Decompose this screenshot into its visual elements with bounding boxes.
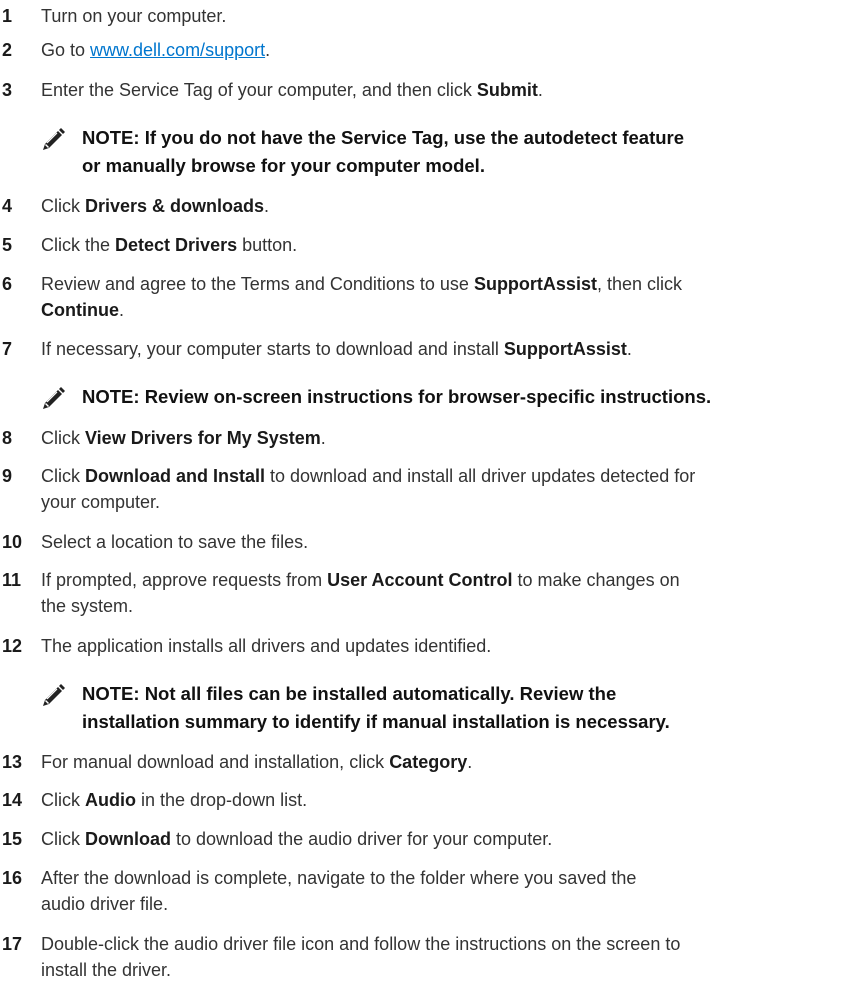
emphasized-term: View Drivers for My System	[85, 428, 321, 448]
step-text-run: to make changes on	[512, 570, 680, 590]
step-text: If prompted, approve requests from User …	[41, 567, 863, 619]
step-number: 13	[2, 752, 23, 772]
note-line: NOTE: If you do not have the Service Tag…	[82, 127, 685, 148]
step-text: Review and agree to the Terms and Condit…	[41, 271, 863, 323]
step-text-run: to download and install all driver updat…	[265, 466, 696, 486]
step-text-run: Go to	[41, 40, 91, 60]
step-number: 3	[2, 80, 13, 100]
note-text: NOTE: Review on-screen instructions for …	[82, 383, 863, 411]
step-text: Click Audio in the drop-down list.	[41, 787, 863, 813]
step-number: 9	[2, 466, 13, 486]
step-text: If necessary, your computer starts to do…	[41, 336, 863, 362]
note-text: NOTE: If you do not have the Service Tag…	[82, 124, 863, 180]
step-text: Click Download and Install to download a…	[41, 463, 863, 515]
step-text-run: the system.	[41, 596, 134, 616]
step-text: Turn on your computer.	[41, 3, 863, 29]
step-text: Double-click the audio driver file icon …	[41, 931, 863, 983]
step-text-run: Turn on your computer.	[41, 6, 227, 26]
step-text: Click Drivers & downloads.	[41, 193, 863, 219]
step-text-run: .	[264, 196, 270, 216]
step-text-run: If necessary, your computer starts to do…	[41, 339, 504, 359]
step-text-run: Click	[41, 790, 85, 810]
step-text-run: .	[467, 752, 473, 772]
step-text: Enter the Service Tag of your computer, …	[41, 77, 863, 103]
step-number: 16	[2, 868, 23, 888]
note-line: NOTE: Review on-screen instructions for …	[82, 386, 712, 407]
step-number: 6	[2, 274, 13, 294]
emphasized-term: Audio	[85, 790, 136, 810]
step-text: For manual download and installation, cl…	[41, 749, 863, 775]
step-text-run: install the driver.	[41, 960, 172, 980]
step-number: 12	[2, 636, 23, 656]
step-number: 15	[2, 829, 23, 849]
note-line: or manually browse for your computer mod…	[82, 155, 485, 176]
emphasized-term: SupportAssist	[473, 274, 597, 294]
step-text-run: The application installs all drivers and…	[41, 636, 492, 656]
instructions-document: 1 Turn on your computer. 2 Go to www.del…	[0, 0, 866, 980]
pencil-note-icon	[43, 684, 65, 706]
step-text-run: Enter the Service Tag of your computer, …	[41, 80, 477, 100]
step-number: 5	[2, 235, 13, 255]
step-number: 2	[2, 40, 13, 60]
step-text-run: Click	[41, 466, 85, 486]
note-line: NOTE: Not all files can be installed aut…	[82, 683, 617, 704]
note-line: installation summary to identify if manu…	[82, 711, 670, 732]
step-text: Select a location to save the files.	[41, 529, 863, 555]
emphasized-term: Category	[389, 752, 468, 772]
step-number: 1	[2, 6, 13, 26]
step-text-run: .	[320, 428, 326, 448]
step-text-run: .	[119, 300, 125, 320]
step-text: Click Download to download the audio dri…	[41, 826, 863, 852]
emphasized-term: Continue	[41, 300, 119, 320]
step-text: After the download is complete, navigate…	[41, 865, 863, 917]
emphasized-term: User Account Control	[327, 570, 513, 590]
step-text-run: to download the audio driver for your co…	[171, 829, 553, 849]
step-text-run: Click	[41, 829, 85, 849]
step-text-run: .	[537, 80, 543, 100]
emphasized-term: Drivers & downloads	[85, 196, 265, 216]
pencil-note-icon	[43, 128, 65, 150]
step-text-run: Select a location to save the files.	[41, 532, 309, 552]
step-number: 8	[2, 428, 13, 448]
step-text-run: your computer.	[41, 492, 161, 512]
step-text-run: audio driver file.	[41, 894, 169, 914]
step-number: 14	[2, 790, 23, 810]
step-text-run: .	[265, 40, 271, 60]
step-text-run: in the drop-down list.	[136, 790, 308, 810]
step-text-run: After the download is complete, navigate…	[41, 868, 637, 888]
step-text-run: Double-click the audio driver file icon …	[41, 934, 681, 954]
step-text: Go to www.dell.com/support.	[41, 37, 863, 63]
step-text-run: For manual download and installation, cl…	[41, 752, 390, 772]
step-text-run: Click	[41, 196, 85, 216]
step-text-run: Review and agree to the Terms and Condit…	[41, 274, 474, 294]
emphasized-term: Submit	[476, 80, 538, 100]
step-text: Click View Drivers for My System.	[41, 425, 863, 451]
pencil-note-icon	[43, 387, 65, 409]
step-text: The application installs all drivers and…	[41, 633, 863, 659]
support-link[interactable]: www.dell.com/support	[90, 40, 265, 60]
step-number: 11	[2, 570, 22, 590]
step-text: Click the Detect Drivers button.	[41, 232, 863, 258]
emphasized-term: Detect Drivers	[115, 235, 238, 255]
note-text: NOTE: Not all files can be installed aut…	[82, 680, 863, 736]
step-number: 4	[2, 196, 13, 216]
step-number: 10	[2, 532, 23, 552]
step-number: 7	[2, 339, 13, 359]
emphasized-term: SupportAssist	[503, 339, 627, 359]
step-text-run: If prompted, approve requests from	[41, 570, 328, 590]
step-text-run: .	[626, 339, 632, 359]
emphasized-term: Download and Install	[85, 466, 266, 486]
step-text-run: , then click	[596, 274, 682, 294]
step-text-run: button.	[237, 235, 298, 255]
step-text-run: Click	[41, 428, 85, 448]
step-number: 17	[2, 934, 23, 954]
emphasized-term: Download	[85, 829, 171, 849]
step-text-run: Click the	[41, 235, 116, 255]
